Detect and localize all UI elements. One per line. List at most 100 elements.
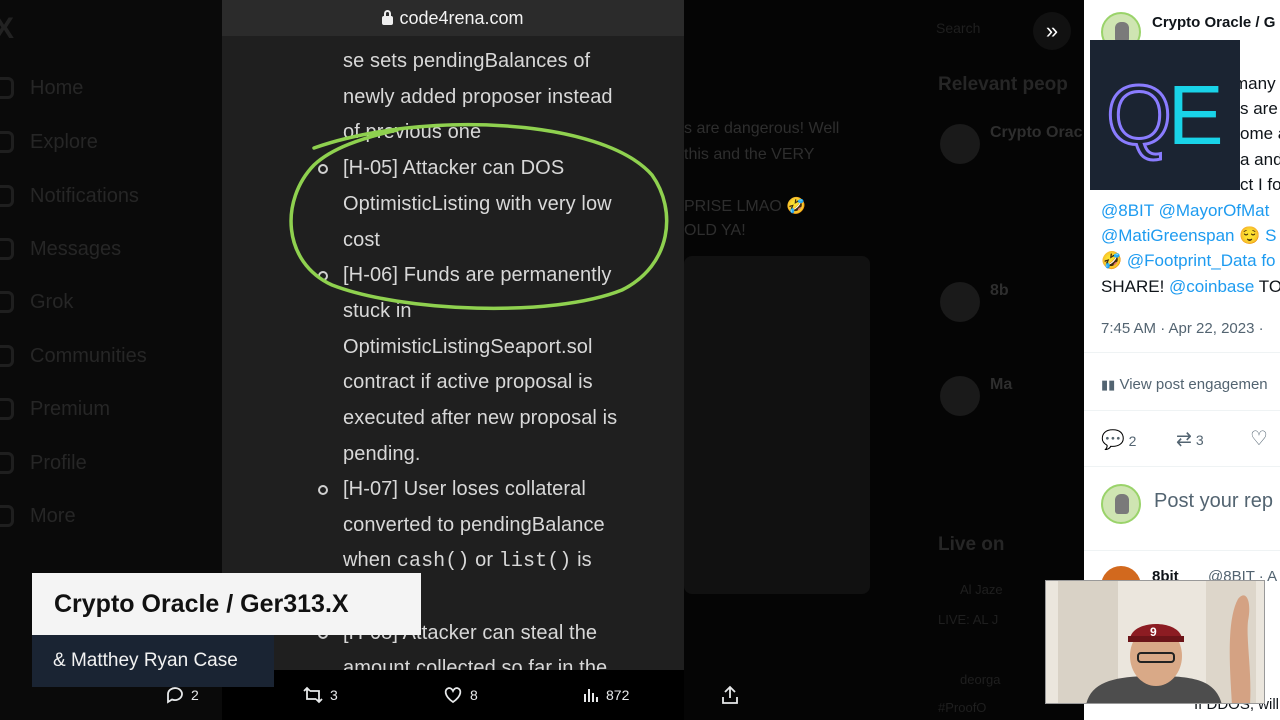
avatar[interactable] (940, 376, 980, 416)
mention-links[interactable]: @8BIT @MayorOfMat (1101, 201, 1269, 221)
q-letter: Q (1105, 66, 1173, 163)
sidebar-item-label: Profile (30, 451, 87, 474)
like-count: 8 (470, 687, 478, 703)
divider (1084, 550, 1280, 551)
reply-count: 2 (191, 687, 199, 703)
post-media[interactable] (684, 256, 870, 594)
share-text: SHARE! (1101, 277, 1170, 296)
post-timestamp[interactable]: 7:45 AM · Apr 22, 2023 · (1101, 320, 1264, 337)
feed-post-line: OLD YA! (684, 222, 746, 239)
share-line: SHARE! @coinbase TO (1101, 277, 1280, 297)
person-name[interactable]: Crypto Orac (990, 124, 1082, 142)
share-icon (722, 685, 738, 704)
avatar[interactable] (940, 124, 980, 164)
live-on-heading: Live on (938, 534, 1005, 555)
person-name[interactable]: Ma (990, 376, 1012, 394)
svg-text:9: 9 (1150, 625, 1157, 639)
sidebar-item-label: More (30, 504, 76, 527)
sidebar-item-label: Grok (30, 290, 74, 313)
reply-icon (167, 687, 183, 704)
feed-post-line: s are dangerous! Well (684, 120, 840, 137)
e-letter: E (1167, 67, 1224, 162)
chevron-double-right-icon[interactable]: » (1033, 12, 1071, 50)
mention-links[interactable]: @MatiGreenspan 😌 S (1101, 226, 1276, 246)
feed-post-line: this and the VERY (684, 146, 815, 163)
live-item[interactable]: #ProofO (938, 700, 986, 715)
views-button[interactable]: 872 (582, 683, 629, 707)
repost-button[interactable]: 3 (302, 683, 338, 707)
sidebar-item-label: Explore (30, 130, 98, 153)
presenter-video-icon: 9 (1046, 581, 1264, 703)
view-engagements-link[interactable]: ▮▮ View post engagemen (1101, 376, 1268, 393)
sidebar-item-explore[interactable]: Explore (0, 122, 98, 162)
reply-button[interactable]: 2 (165, 683, 199, 707)
like-button[interactable]: 8 (442, 683, 478, 707)
x-logo-icon[interactable]: X (0, 12, 14, 46)
repost-count: 3 (1195, 432, 1204, 448)
more-icon (0, 505, 14, 527)
post-author[interactable]: Crypto Oracle / G (1152, 14, 1275, 31)
timeline-feed: Search » s are dangerous! Well this and … (684, 0, 1084, 720)
person-name[interactable]: 8b (990, 282, 1009, 300)
search-input[interactable]: Search (936, 20, 980, 36)
sidebar-item-label: Premium (30, 397, 111, 420)
repost-button[interactable]: ⇄ 3 (1176, 428, 1204, 451)
communities-icon (0, 345, 14, 367)
sidebar-item-label: Messages (30, 237, 122, 260)
qe-logo: QE (1090, 40, 1240, 190)
explore-icon (0, 131, 14, 153)
coinbase-link[interactable]: @coinbase (1169, 277, 1254, 296)
live-item[interactable]: Al Jaze (960, 582, 1003, 597)
reply-icon: 💬 (1101, 430, 1125, 451)
post-text-line: ct I fo (1240, 175, 1280, 194)
post-text-line: s are (1240, 99, 1278, 118)
profile-icon (0, 452, 14, 474)
post-text-line: a and (1240, 150, 1280, 169)
divider (1084, 352, 1280, 353)
sidebar-item-messages[interactable]: Messages (0, 229, 121, 269)
mail-icon (0, 238, 14, 260)
bell-icon (0, 185, 14, 207)
sidebar-item-more[interactable]: More (0, 496, 76, 536)
embedded-document-image: code4rena.com se sets pendingBalances of… (222, 0, 684, 670)
reply-count: 2 (1128, 433, 1137, 449)
lower-third-subtitle: & Matthey Ryan Case (32, 635, 274, 687)
premium-icon (0, 398, 14, 420)
reply-button[interactable]: 💬 2 (1101, 428, 1136, 452)
engagements-label: View post engagemen (1119, 376, 1268, 393)
sidebar-item-profile[interactable]: Profile (0, 443, 87, 483)
mention-link[interactable]: @Footprint_Data fo (1127, 251, 1276, 270)
sidebar-item-premium[interactable]: Premium (0, 389, 110, 429)
share-suffix: TO (1254, 277, 1280, 296)
repost-icon (303, 686, 323, 704)
sidebar-item-communities[interactable]: Communities (0, 336, 147, 376)
mention-row: 🤣 @Footprint_Data fo (1101, 251, 1276, 270)
view-count: 872 (606, 687, 630, 703)
analytics-icon: ▮▮ (1101, 377, 1116, 392)
sidebar-item-label: Communities (30, 344, 147, 367)
repost-count: 3 (330, 687, 338, 703)
sidebar-item-grok[interactable]: Grok (0, 282, 73, 322)
sidebar-item-notifications[interactable]: Notifications (0, 176, 139, 216)
live-item[interactable]: deorga (960, 672, 1000, 687)
post-text-line: many (1234, 74, 1276, 93)
repost-icon: ⇄ (1176, 429, 1192, 450)
avatar[interactable] (940, 282, 980, 322)
feed-post-line: PRISE LMAO 🤣 (684, 198, 807, 215)
like-icon[interactable]: ♡ (1250, 426, 1268, 451)
post-text-line: ome a (1240, 124, 1280, 143)
reply-input[interactable]: Post your rep (1154, 490, 1273, 513)
heart-icon (444, 687, 462, 704)
share-button[interactable] (720, 683, 746, 707)
green-highlight-circle-icon (289, 122, 669, 311)
home-icon (0, 77, 14, 99)
live-item[interactable]: LIVE: AL J (938, 612, 998, 627)
sidebar-item-home[interactable]: Home (0, 68, 83, 108)
sidebar-item-label: Home (30, 76, 84, 99)
webcam-overlay: 9 (1045, 580, 1265, 704)
grok-icon (0, 291, 14, 313)
divider (1084, 466, 1280, 467)
sidebar-item-label: Notifications (30, 184, 139, 207)
views-chart-icon (584, 689, 598, 702)
relevant-people-heading: Relevant peop (938, 74, 1068, 95)
